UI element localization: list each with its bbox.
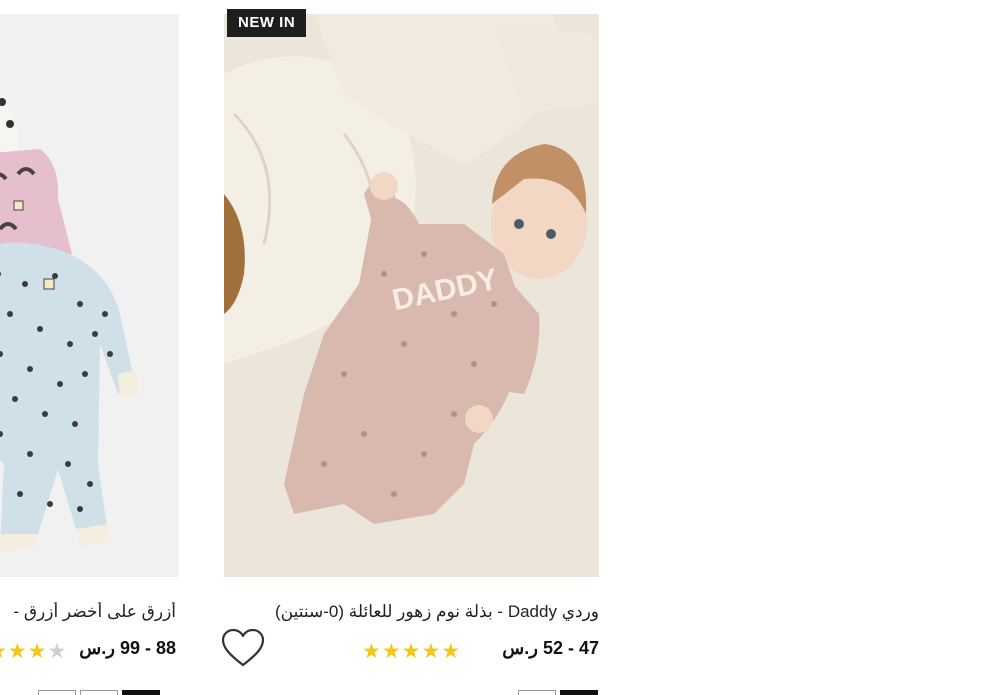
- star-icon: ★: [381, 640, 402, 663]
- star-icon: ★: [421, 640, 442, 663]
- swatch[interactable]: [80, 690, 118, 695]
- star-icon: ★: [47, 640, 68, 663]
- price-row-2: 47 - 52 ر.س ★★★★★: [224, 638, 599, 664]
- star-icon: ★: [362, 640, 382, 663]
- star-icon: ★: [27, 640, 48, 663]
- star-icon: ★: [401, 640, 422, 663]
- product-title-1[interactable]: أزرق على أخضر أزرق -: [0, 602, 176, 622]
- price-row-1: 88 - 99 ر.س ★★★★: [0, 638, 176, 664]
- product-image-2[interactable]: DADDY: [224, 14, 599, 577]
- product-price-1: 88 - 99 ر.س: [79, 638, 176, 658]
- product-image-1[interactable]: [0, 14, 179, 577]
- heart-outline-icon[interactable]: [220, 627, 266, 669]
- star-icon: ★: [0, 640, 8, 663]
- swatch[interactable]: [560, 690, 598, 695]
- swatch[interactable]: [518, 690, 556, 695]
- star-icon: ★: [441, 640, 462, 663]
- swatch[interactable]: [122, 690, 160, 695]
- swatch[interactable]: [38, 690, 76, 695]
- rating-stars-2: ★★★★★: [362, 639, 461, 664]
- star-icon: ★: [7, 640, 28, 663]
- product-price-2: 47 - 52 ر.س: [502, 638, 599, 658]
- new-in-badge: NEW IN: [227, 9, 307, 37]
- rating-stars-1: ★★★★: [0, 639, 67, 664]
- product-title-2[interactable]: وردي Daddy - بذلة نوم زهور للعائلة (0-سن…: [224, 602, 599, 622]
